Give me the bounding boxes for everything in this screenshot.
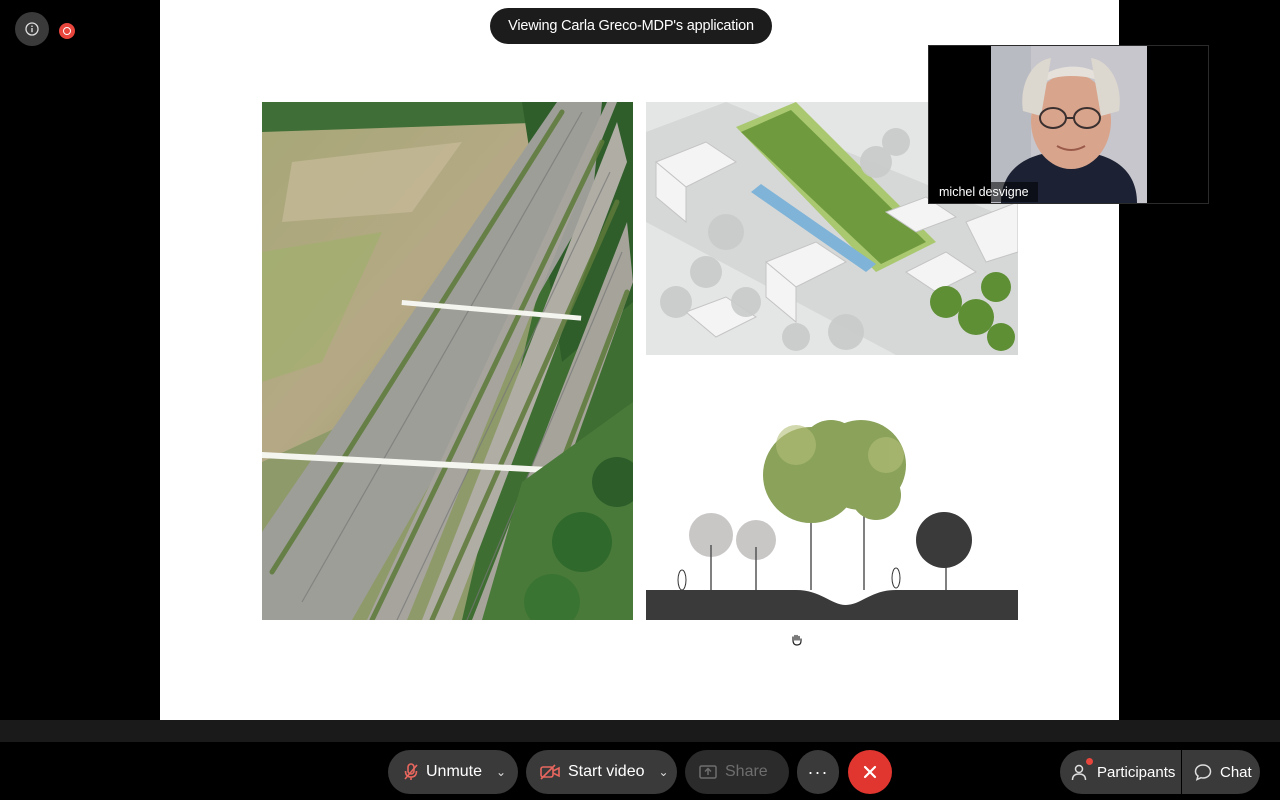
camera-off-icon [540, 764, 560, 780]
share-screen-icon [699, 764, 717, 780]
hand-cursor-icon [792, 634, 802, 646]
participants-button[interactable]: Participants [1060, 750, 1181, 794]
toolbar-divider [0, 720, 1280, 742]
info-button[interactable] [15, 12, 49, 46]
start-video-label: Start video [568, 763, 645, 780]
unmute-button[interactable]: Unmute ⌄ [388, 750, 518, 794]
more-icon: ··· [807, 761, 829, 782]
unmute-label: Unmute [426, 763, 483, 780]
meeting-window: Viewing Carla Greco-MDP's application mi… [0, 0, 1280, 800]
participant-video-tile[interactable]: michel desvigne [928, 45, 1209, 204]
close-icon [863, 765, 877, 779]
start-video-button[interactable]: Start video ⌄ [526, 750, 677, 794]
video-options-chevron-icon[interactable]: ⌄ [658, 765, 668, 779]
more-button[interactable]: ··· [797, 750, 839, 794]
chat-button[interactable]: Chat [1182, 750, 1260, 794]
recording-icon [59, 23, 75, 39]
chat-icon [1194, 763, 1212, 781]
chat-label: Chat [1220, 763, 1252, 781]
section-drawing [646, 395, 1018, 620]
mic-off-icon [404, 763, 418, 781]
leave-button[interactable] [848, 750, 892, 794]
share-label: Share [725, 763, 768, 780]
participant-name-tag: michel desvigne [930, 182, 1038, 202]
share-button[interactable]: Share [685, 750, 789, 794]
unmute-options-chevron-icon[interactable]: ⌄ [496, 765, 506, 779]
viewing-banner: Viewing Carla Greco-MDP's application [490, 8, 772, 44]
info-icon [25, 22, 39, 36]
participant-video-feed [991, 46, 1147, 203]
aerial-photo [262, 102, 633, 620]
participants-label: Participants [1097, 763, 1176, 781]
participants-icon [1071, 763, 1089, 781]
participants-notification-dot [1086, 758, 1093, 765]
